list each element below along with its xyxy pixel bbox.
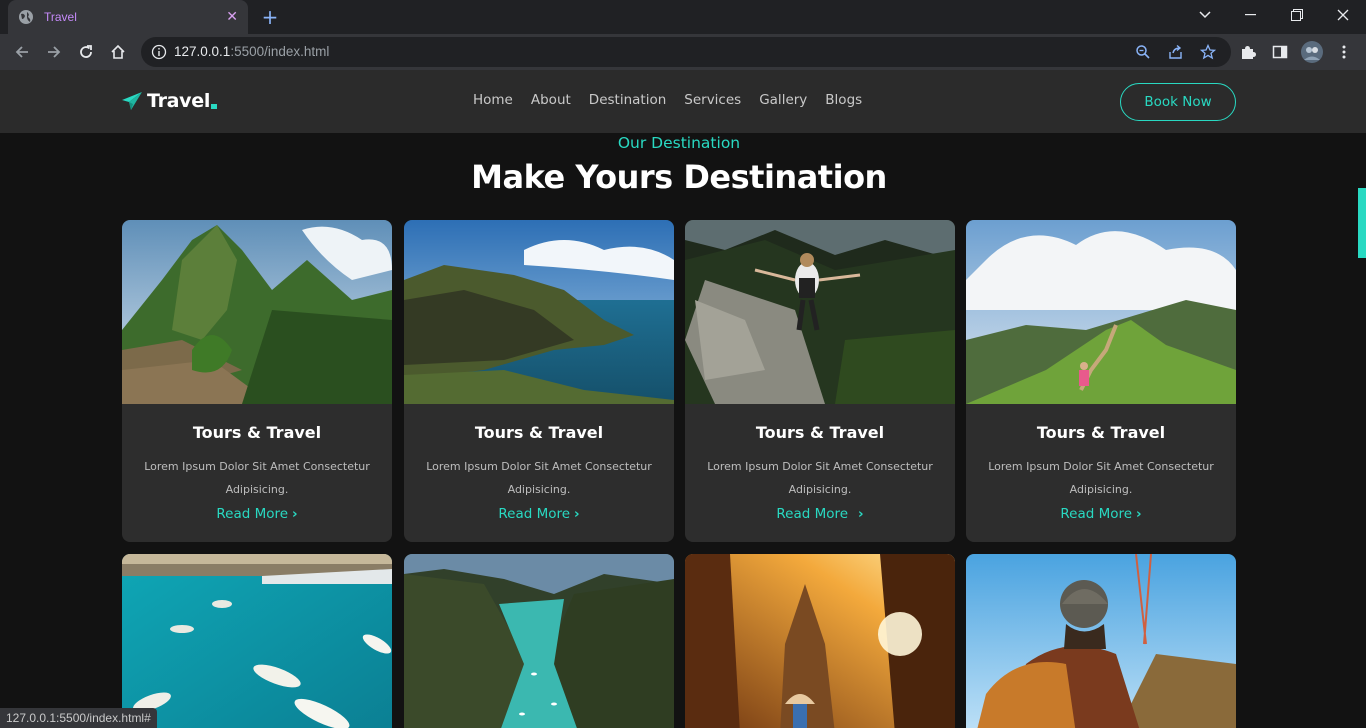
back-icon[interactable] [12, 42, 32, 62]
destination-card-image-temple-sunset[interactable] [685, 554, 955, 728]
new-tab-button[interactable]: + [258, 5, 282, 29]
destination-card[interactable]: Tours & Travel Lorem Ipsum Dolor Sit Ame… [966, 220, 1236, 542]
section-subtitle: Our Destination [617, 134, 741, 152]
site-info-icon[interactable] [151, 44, 167, 60]
card-title: Tours & Travel [755, 423, 885, 442]
read-more-link[interactable]: Read More › [122, 506, 392, 522]
destination-card-image-harbor-boats[interactable] [122, 554, 392, 728]
chevron-right-icon: › [1136, 506, 1142, 522]
forward-icon[interactable] [44, 42, 64, 62]
card-image-green-ridge [966, 220, 1236, 404]
url-text: 127.0.0.1:5500/index.html [174, 44, 329, 59]
card-title: Tours & Travel [474, 423, 604, 442]
destination-card[interactable]: Tours & Travel Lorem Ipsum Dolor Sit Ame… [404, 220, 674, 542]
browser-menu-icon[interactable] [1336, 44, 1352, 60]
browser-tab[interactable]: Travel ✕ [8, 0, 248, 34]
read-more-link[interactable]: Read More › [966, 506, 1236, 522]
nav-blogs[interactable]: Blogs [825, 92, 862, 108]
site-header: Travel Home About Destination Services G… [0, 70, 1366, 133]
destination-card[interactable]: Tours & Travel Lorem Ipsum Dolor Sit Ame… [685, 220, 955, 542]
reload-icon[interactable] [76, 42, 96, 62]
close-window-icon[interactable] [1320, 0, 1366, 30]
card-image-hiker-trail [685, 220, 955, 404]
card-image-backpacker [966, 554, 1236, 728]
restore-icon[interactable] [1274, 0, 1320, 30]
destination-card[interactable]: Tours & Travel Lorem Ipsum Dolor Sit Ame… [122, 220, 392, 542]
side-panel-icon[interactable] [1272, 44, 1288, 60]
read-more-label: Read More [216, 506, 289, 522]
browser-toolbar: 127.0.0.1:5500/index.html [0, 34, 1366, 70]
zoom-icon[interactable] [1135, 44, 1151, 60]
extensions-puzzle-icon[interactable] [1240, 44, 1256, 60]
minimize-icon[interactable] [1228, 0, 1274, 30]
card-image-sea-cliff [404, 220, 674, 404]
site-logo[interactable]: Travel [121, 90, 218, 112]
home-icon[interactable] [108, 42, 128, 62]
read-more-label: Read More [776, 506, 849, 522]
profile-avatar[interactable] [1301, 41, 1323, 63]
nav-about[interactable]: About [531, 92, 571, 108]
close-tab-icon[interactable]: ✕ [226, 9, 238, 25]
browser-tab-strip: Travel ✕ + [0, 0, 1366, 34]
card-title: Tours & Travel [192, 423, 322, 442]
bookmark-star-icon[interactable] [1200, 44, 1216, 60]
read-more-link[interactable]: Read More › [685, 506, 955, 522]
card-image-temple-sunset [685, 554, 955, 728]
tab-search-icon[interactable] [1182, 0, 1228, 30]
url-path: :5500/index.html [230, 44, 330, 59]
card-description: Lorem Ipsum Dolor Sit Amet Consectetur A… [707, 460, 933, 496]
book-now-button[interactable]: Book Now [1120, 83, 1236, 121]
section-heading: Make Yours Destination [471, 158, 887, 196]
main-nav: Home About Destination Services Gallery … [473, 92, 880, 108]
read-more-label: Read More [498, 506, 571, 522]
card-image-river-canyon [404, 554, 674, 728]
read-more-link[interactable]: Read More › [404, 506, 674, 522]
tab-title: Travel [44, 10, 77, 24]
card-description: Lorem Ipsum Dolor Sit Amet Consectetur A… [426, 460, 652, 496]
address-bar[interactable]: 127.0.0.1:5500/index.html [141, 37, 1231, 67]
logo-text: Travel [147, 90, 211, 112]
card-title: Tours & Travel [1036, 423, 1166, 442]
nav-services[interactable]: Services [684, 92, 741, 108]
destination-card-image-backpacker[interactable] [966, 554, 1236, 728]
card-description: Lorem Ipsum Dolor Sit Amet Consectetur A… [144, 460, 370, 496]
card-image-mountain-ruins [122, 220, 392, 404]
nav-home[interactable]: Home [473, 92, 513, 108]
scrollbar-thumb[interactable] [1358, 188, 1366, 258]
status-bar-url: 127.0.0.1:5500/index.html# [0, 708, 157, 728]
logo-dot [211, 103, 218, 109]
share-icon[interactable] [1168, 44, 1184, 60]
card-description: Lorem Ipsum Dolor Sit Amet Consectetur A… [988, 460, 1214, 496]
nav-destination[interactable]: Destination [589, 92, 666, 108]
url-host: 127.0.0.1 [174, 44, 231, 59]
web-page: Travel Home About Destination Services G… [0, 70, 1366, 728]
globe-icon [19, 10, 33, 24]
card-image-harbor-boats [122, 554, 392, 728]
read-more-label: Read More [1060, 506, 1133, 522]
chevron-right-icon: › [574, 506, 580, 522]
paper-plane-icon [122, 92, 142, 110]
chevron-right-icon: › [292, 506, 298, 522]
chevron-right-icon: › [858, 506, 864, 522]
destination-card-image-river-canyon[interactable] [404, 554, 674, 728]
nav-gallery[interactable]: Gallery [759, 92, 807, 108]
